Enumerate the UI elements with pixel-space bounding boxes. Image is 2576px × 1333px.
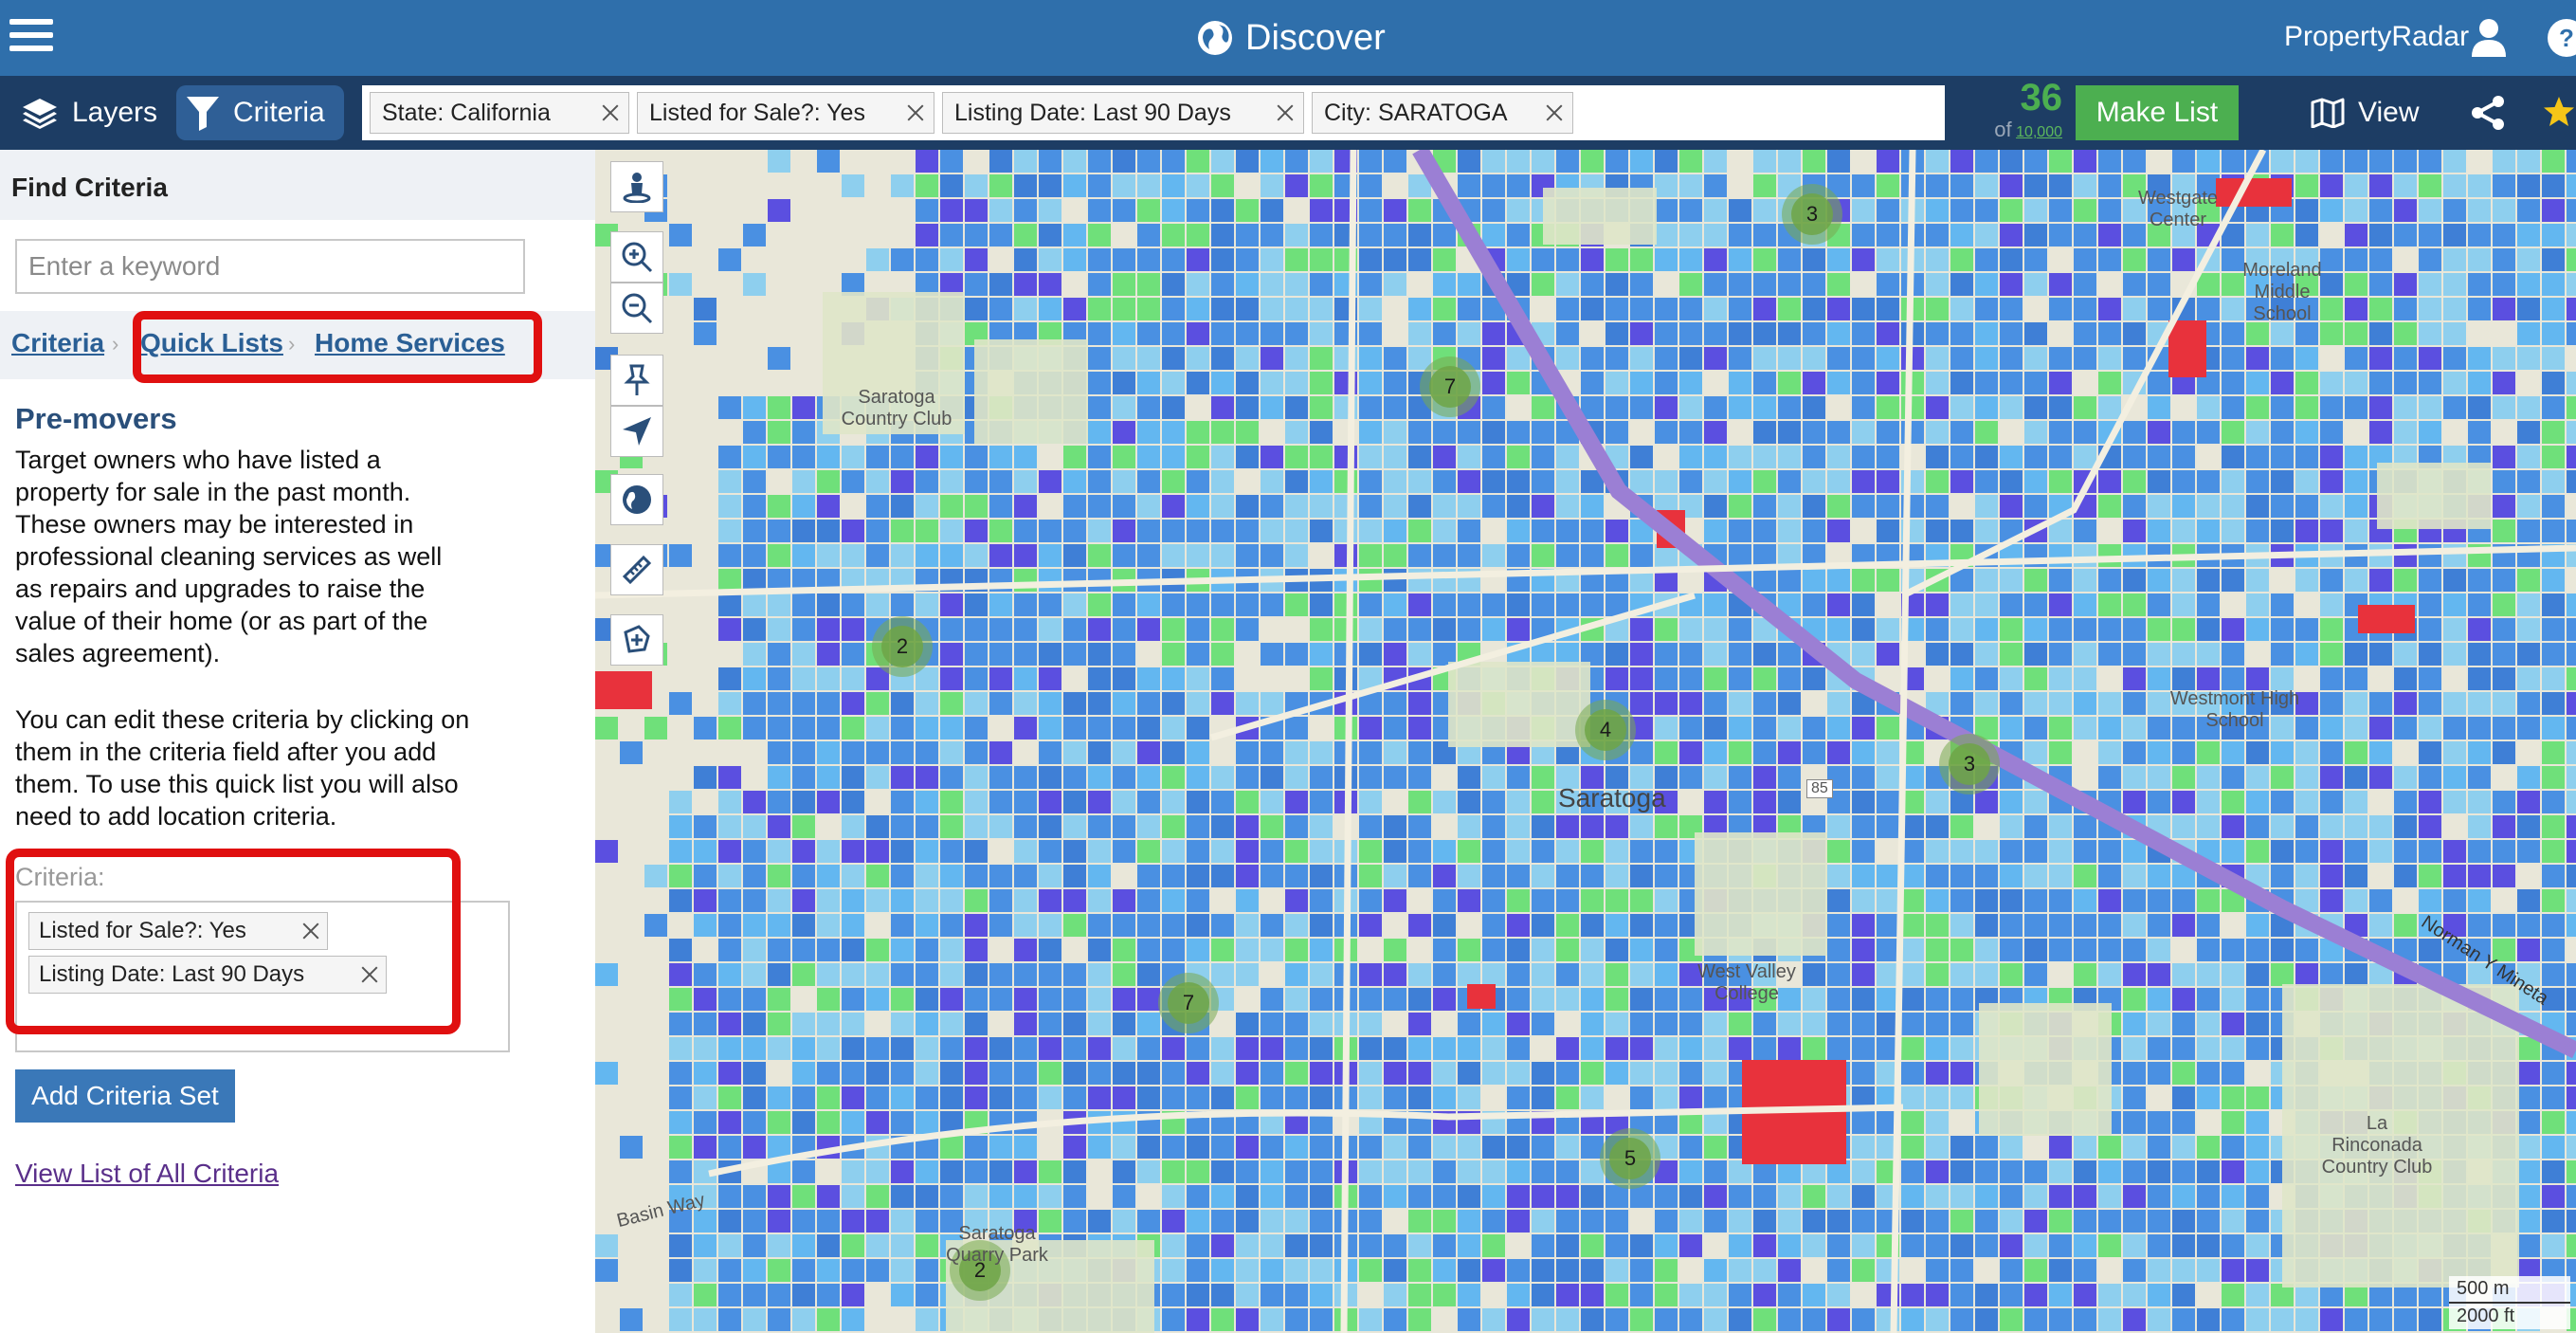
- result-count-total[interactable]: 10,000: [2016, 124, 2062, 140]
- close-icon[interactable]: [1277, 104, 1294, 121]
- breadcrumb-criteria[interactable]: Criteria: [11, 328, 104, 358]
- result-count: 36 of 10,000: [1968, 78, 2062, 148]
- pegman-icon: [623, 173, 651, 203]
- criteria-field[interactable]: State: California Listed for Sale?: Yes …: [362, 85, 1945, 140]
- map-label-la-rinconada: La Rinconada Country Club: [2321, 1113, 2433, 1178]
- zoom-in-icon: [622, 242, 653, 273]
- cluster-count: 4: [1585, 709, 1626, 751]
- layers-button[interactable]: Layers: [15, 85, 172, 140]
- property-cluster[interactable]: 2: [872, 616, 933, 677]
- pin-button[interactable]: [610, 355, 663, 406]
- app-title-group: Discover: [1196, 15, 1386, 61]
- cluster-count: 3: [1949, 743, 1990, 785]
- cluster-count: 7: [1168, 982, 1209, 1024]
- draw-area-button[interactable]: [610, 614, 663, 666]
- map-label-westgate: Westgate Center: [2137, 188, 2219, 230]
- instructions-text: You can edit these criteria by clicking …: [15, 705, 470, 831]
- make-list-button[interactable]: Make List: [2076, 85, 2239, 140]
- criteria-button[interactable]: Criteria: [176, 85, 344, 140]
- map-label-west-valley: West Valley College: [1697, 961, 1796, 1004]
- criteria-label: Criteria: [233, 97, 325, 128]
- scale-imperial: 2000 ft: [2457, 1306, 2515, 1326]
- description-text: Target owners who have listed a property…: [15, 446, 443, 667]
- map-label-westmont: Westmont High School: [2169, 688, 2300, 731]
- map-icon: [2311, 98, 2345, 128]
- criteria-toolbar: Layers Criteria State: California Listed…: [0, 76, 2576, 150]
- filter-icon: [187, 97, 219, 131]
- map-label-saratoga: Saratoga: [1558, 783, 1666, 813]
- highway-shield: 85: [1806, 779, 1833, 798]
- property-cluster[interactable]: 3: [1782, 184, 1842, 245]
- map-canvas[interactable]: 3 7 2 4 3 7 5 2 Saratoga Country Club We…: [595, 150, 2576, 1333]
- section-title: Pre-movers: [15, 402, 177, 435]
- user-icon[interactable]: [2470, 17, 2508, 57]
- highlight-annotation: [133, 311, 542, 383]
- chip-label: State: California: [382, 99, 551, 126]
- map-scale: 500 m 2000 ft: [2449, 1276, 2570, 1329]
- cluster-count: 7: [1429, 366, 1471, 408]
- app-title: Discover: [1245, 17, 1386, 58]
- map-label-moreland: Moreland Middle School: [2242, 260, 2322, 324]
- svg-text:?: ?: [2559, 24, 2574, 52]
- chip-label: Listed for Sale?: Yes: [649, 99, 865, 126]
- criteria-chip-city[interactable]: City: SARATOGA: [1312, 92, 1573, 134]
- view-label: View: [2358, 97, 2420, 128]
- chip-label: City: SARATOGA: [1324, 99, 1508, 126]
- top-header: Discover PropertyRadar ?: [0, 0, 2576, 76]
- close-icon[interactable]: [1546, 104, 1563, 121]
- star-icon[interactable]: [2542, 95, 2576, 129]
- draw-shape-icon: [624, 625, 650, 653]
- property-cluster[interactable]: 4: [1575, 700, 1636, 760]
- breadcrumb-separator: ›: [112, 332, 119, 356]
- result-count-number: 36: [2020, 77, 2063, 119]
- map-label-quarry-park: Saratoga Quarry Park: [946, 1223, 1048, 1266]
- layers-icon: [23, 99, 57, 129]
- locate-button[interactable]: [610, 406, 663, 457]
- cluster-count: 5: [1609, 1138, 1651, 1179]
- scale-metric: 500 m: [2449, 1276, 2570, 1304]
- globe-icon: [623, 485, 651, 514]
- street-view-button[interactable]: [610, 161, 663, 212]
- measure-button[interactable]: [610, 544, 663, 595]
- ruler-icon: [622, 555, 652, 585]
- layers-label: Layers: [72, 97, 158, 128]
- globe-view-button[interactable]: [610, 474, 663, 525]
- navigation-arrow-icon: [623, 417, 651, 446]
- view-button[interactable]: View: [2311, 85, 2419, 140]
- property-cluster[interactable]: 7: [1158, 973, 1219, 1033]
- zoom-out-icon: [622, 293, 653, 324]
- zoom-in-button[interactable]: [610, 231, 663, 283]
- property-cluster[interactable]: 5: [1600, 1128, 1660, 1189]
- share-icon[interactable]: [2470, 95, 2506, 131]
- panel-header: Find Criteria: [0, 150, 595, 220]
- property-cluster[interactable]: 7: [1420, 356, 1480, 417]
- help-icon[interactable]: ?: [2546, 17, 2576, 59]
- map-tools: [610, 161, 663, 666]
- close-icon[interactable]: [602, 104, 619, 121]
- highlight-annotation: [6, 849, 461, 1034]
- pushpin-icon: [624, 364, 650, 395]
- hamburger-icon[interactable]: [8, 13, 55, 61]
- find-criteria-panel: Find Criteria Criteria › Quick Lists › H…: [0, 150, 595, 1333]
- view-all-criteria-link[interactable]: View List of All Criteria: [15, 1159, 279, 1189]
- map-label-country-club: Saratoga Country Club: [841, 387, 952, 429]
- zoom-out-button[interactable]: [610, 283, 663, 334]
- criteria-chip-state[interactable]: State: California: [370, 92, 629, 134]
- property-cluster[interactable]: 3: [1939, 734, 2000, 794]
- cluster-count: 2: [881, 626, 923, 667]
- close-icon[interactable]: [907, 104, 924, 121]
- criteria-chip-listed[interactable]: Listed for Sale?: Yes: [637, 92, 934, 134]
- globe-icon: [1198, 21, 1232, 55]
- result-count-of: of: [1994, 118, 2012, 141]
- add-criteria-set-button[interactable]: Add Criteria Set: [15, 1069, 235, 1123]
- criteria-chip-listing-date[interactable]: Listing Date: Last 90 Days: [942, 92, 1304, 134]
- keyword-search-input[interactable]: [15, 239, 525, 294]
- brand-name[interactable]: PropertyRadar: [2284, 21, 2469, 53]
- chip-label: Listing Date: Last 90 Days: [954, 99, 1231, 126]
- cluster-count: 3: [1791, 193, 1833, 235]
